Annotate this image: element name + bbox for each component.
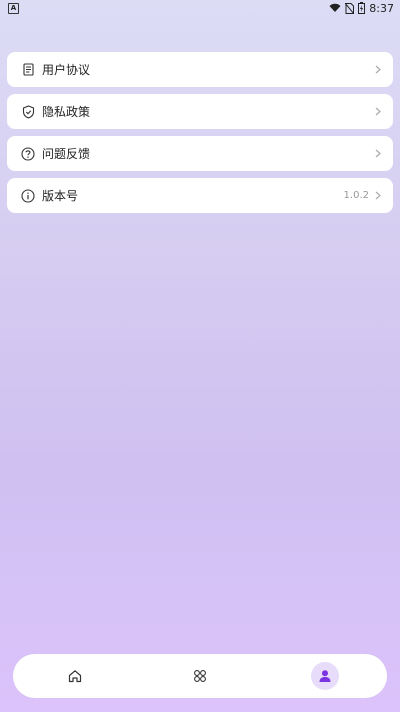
document-icon bbox=[20, 62, 36, 78]
status-right: 8:37 bbox=[329, 2, 394, 15]
menu-item-label: 问题反馈 bbox=[42, 147, 91, 161]
tab-home[interactable] bbox=[13, 654, 138, 698]
info-icon bbox=[20, 188, 36, 204]
version-value: 1.0.2 bbox=[343, 190, 369, 201]
tab-profile[interactable] bbox=[262, 654, 387, 698]
menu-item-label: 版本号 bbox=[42, 189, 79, 203]
apps-grid-icon bbox=[194, 670, 206, 682]
menu-item-privacy-policy[interactable]: 隐私政策 bbox=[7, 94, 393, 129]
menu-item-label: 用户协议 bbox=[42, 63, 91, 77]
tab-apps[interactable] bbox=[138, 654, 263, 698]
wifi-icon bbox=[329, 3, 341, 12]
battery-icon bbox=[358, 2, 366, 14]
user-icon bbox=[319, 670, 331, 682]
menu-item-user-agreement[interactable]: 用户协议 bbox=[7, 52, 393, 87]
menu-item-version[interactable]: 版本号 1.0.2 bbox=[7, 178, 393, 213]
no-sim-icon bbox=[345, 2, 355, 14]
status-left: A bbox=[8, 2, 19, 14]
notification-a-icon: A bbox=[8, 2, 19, 14]
bottom-tab-bar bbox=[13, 654, 387, 698]
chevron-right-icon bbox=[375, 107, 383, 117]
menu-item-label: 隐私政策 bbox=[42, 105, 91, 119]
menu-item-feedback[interactable]: 问题反馈 bbox=[7, 136, 393, 171]
status-time: 8:37 bbox=[369, 1, 394, 15]
settings-menu: 用户协议 隐私政策 问题反馈 版本号 1.0.2 bbox=[7, 52, 393, 220]
active-tab-indicator bbox=[310, 662, 339, 690]
status-bar: A 8:37 bbox=[0, 0, 400, 16]
home-icon bbox=[69, 670, 82, 683]
chevron-right-icon bbox=[375, 191, 383, 201]
question-icon bbox=[20, 146, 36, 162]
chevron-right-icon bbox=[375, 65, 383, 75]
chevron-right-icon bbox=[375, 149, 383, 159]
shield-icon bbox=[20, 104, 36, 120]
